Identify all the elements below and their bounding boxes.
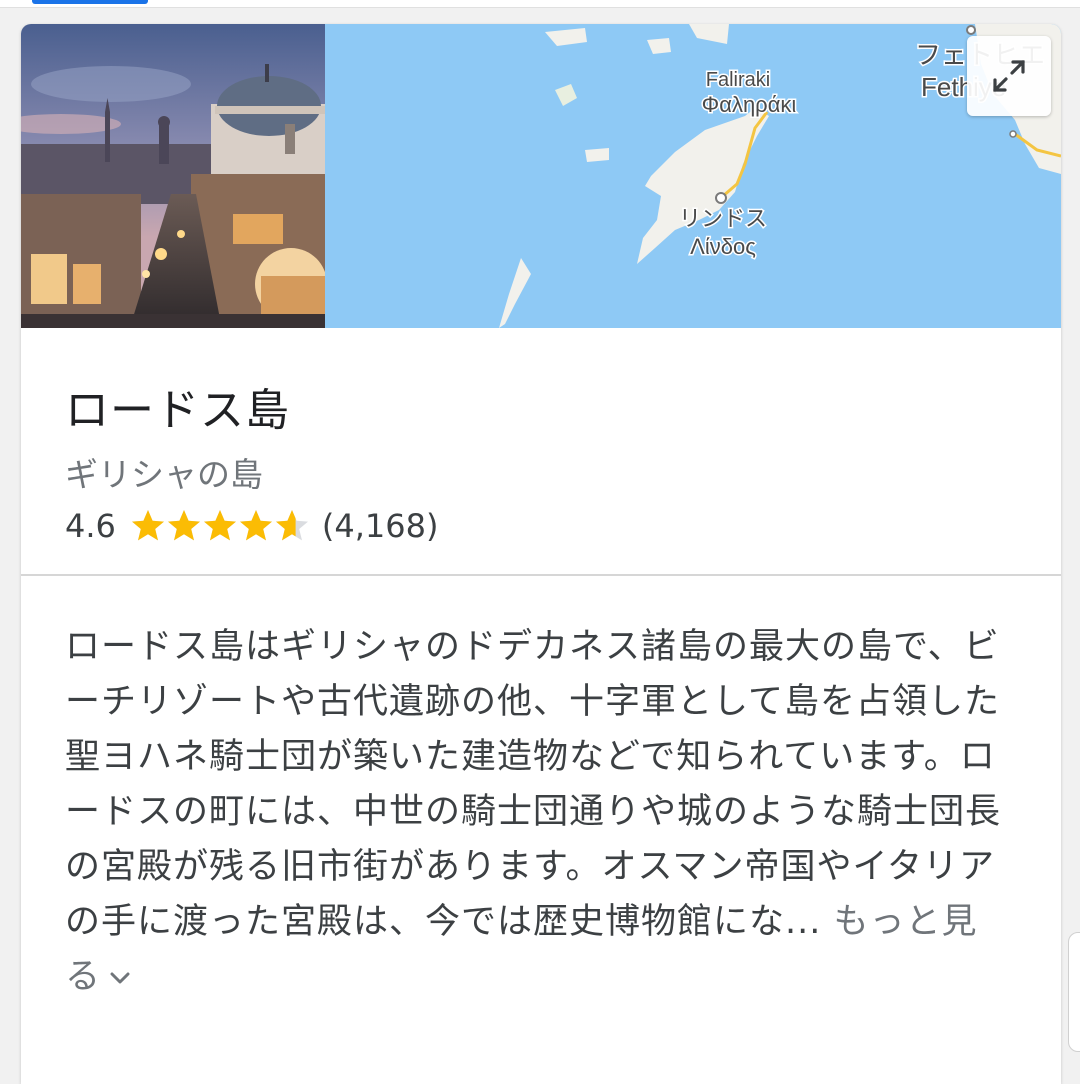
star-icon [239, 510, 272, 541]
star-icon [167, 510, 200, 541]
rating-score: 4.6 [65, 507, 116, 545]
section-divider [21, 574, 1061, 576]
knowledge-panel-card: Faliraki Φαληράκι リンドス Λίνδος フェトヒエ Feth… [21, 24, 1061, 1084]
place-title: ロードス島 [65, 385, 290, 436]
rating-row[interactable]: 4.6 (4,168) [65, 504, 438, 548]
adjacent-card-edge [1068, 932, 1080, 1052]
hero-media: Faliraki Φαληράκι リンドス Λίνδος フェトヒエ Feth… [21, 24, 1061, 328]
place-header: ロードス島 ギリシャの島 4.6 (4,168) [21, 328, 1061, 576]
star-icon [275, 510, 308, 541]
map-label-faliraki: Faliraki [706, 69, 770, 91]
map-label-lindos-greek: Λίνδος [690, 234, 756, 259]
place-subtitle: ギリシャの島 [65, 455, 263, 494]
expand-map-button[interactable] [967, 36, 1051, 116]
place-photo[interactable] [21, 24, 325, 328]
description-text: ロードス島はギリシャのドデカネス諸島の最大の島で、ビーチリゾートや古代遺跡の他、… [65, 627, 1002, 942]
expand-arrows-icon [993, 60, 1025, 92]
review-count[interactable]: (4,168) [322, 507, 439, 545]
active-tab-indicator [32, 0, 148, 4]
top-bar [0, 0, 1080, 8]
rating-stars [130, 508, 310, 544]
star-icon [203, 510, 236, 541]
chevron-down-icon [110, 972, 130, 984]
map-label-lindos: リンドス [679, 206, 767, 231]
star-icon [131, 510, 164, 541]
place-description: ロードス島はギリシャのドデカネス諸島の最大の島で、ビーチリゾートや古代遺跡の他、… [65, 620, 1005, 1005]
map-preview[interactable]: Faliraki Φαληράκι リンドス Λίνδος フェトヒエ Feth… [325, 24, 1061, 328]
map-label-faliraki-greek: Φαληράκι [702, 92, 797, 117]
